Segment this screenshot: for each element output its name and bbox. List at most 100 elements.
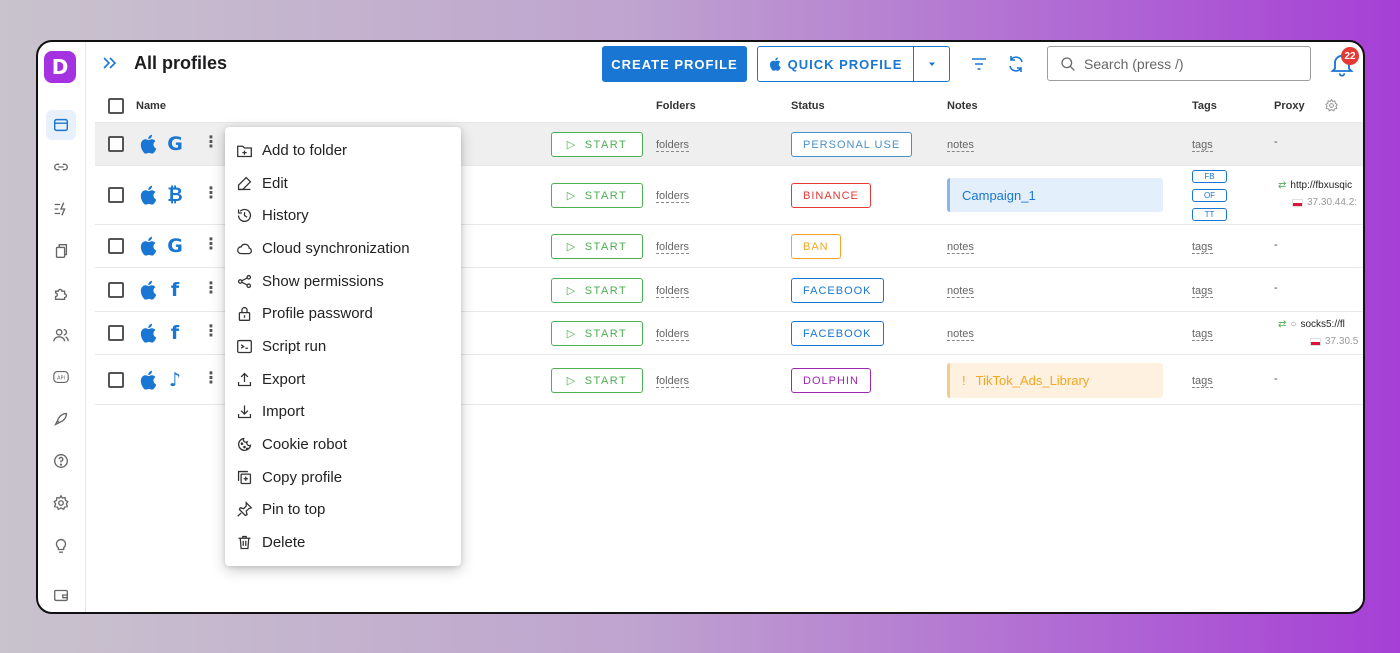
row-checkbox[interactable]	[108, 325, 124, 341]
tags-link[interactable]: tags	[1192, 328, 1213, 341]
tag-chip[interactable]: FB	[1192, 170, 1227, 183]
start-button[interactable]: ▷ START	[551, 321, 643, 346]
row-checkbox[interactable]	[108, 372, 124, 388]
profile-context-menu: Add to folder Edit History Cloud synchro…	[225, 127, 461, 566]
folders-link[interactable]: folders	[656, 139, 690, 152]
proxy-value[interactable]: -	[1274, 136, 1278, 148]
status-badge[interactable]: BAN	[791, 234, 841, 259]
menu-item-copy-profile[interactable]: Copy profile	[225, 461, 461, 494]
start-button[interactable]: ▷ START	[551, 183, 643, 208]
proxy-line[interactable]: ⇄ ○ socks5://fl	[1278, 319, 1345, 330]
column-name[interactable]: Name	[136, 100, 166, 112]
lightbulb-icon[interactable]	[46, 530, 76, 560]
column-status[interactable]: Status	[791, 100, 825, 112]
folders-link[interactable]: folders	[656, 285, 690, 298]
dolphin-logo[interactable]: D	[44, 51, 76, 83]
status-badge[interactable]: BINANCE	[791, 183, 871, 208]
rocket-icon[interactable]	[46, 404, 76, 434]
play-icon: ▷	[566, 375, 577, 387]
row-menu-dots-icon[interactable]: ⋮	[203, 371, 219, 387]
play-icon: ▷	[566, 241, 577, 253]
column-proxy[interactable]: Proxy	[1274, 100, 1305, 112]
row-checkbox[interactable]	[108, 187, 124, 203]
tags-link[interactable]: tags	[1192, 241, 1213, 254]
help-icon[interactable]	[46, 446, 76, 476]
note-card[interactable]: ! TikTok_Ads_Library	[947, 363, 1163, 398]
row-menu-dots-icon[interactable]: ⋮	[203, 324, 219, 340]
row-menu-dots-icon[interactable]: ⋮	[203, 281, 219, 297]
start-button[interactable]: ▷ START	[551, 278, 643, 303]
menu-item-show-permissions[interactable]: Show permissions	[225, 265, 461, 298]
proxy-value[interactable]: -	[1274, 282, 1278, 294]
notification-badge: 22	[1341, 47, 1359, 65]
settings-icon[interactable]	[46, 488, 76, 518]
menu-item-cloud-sync[interactable]: Cloud synchronization	[225, 232, 461, 265]
team-icon[interactable]	[46, 320, 76, 350]
browser-profiles-icon[interactable]	[46, 110, 76, 140]
menu-item-history[interactable]: History	[225, 199, 461, 232]
row-checkbox[interactable]	[108, 282, 124, 298]
notes-link[interactable]: notes	[947, 241, 974, 254]
quick-profile-main[interactable]: QUICK PROFILE	[758, 47, 913, 81]
folders-link[interactable]: folders	[656, 328, 690, 341]
tags-link[interactable]: tags	[1192, 285, 1213, 298]
automation-icon[interactable]	[46, 194, 76, 224]
proxy-line[interactable]: ⇄ http://fbxusqic	[1278, 180, 1352, 191]
menu-item-pin-to-top[interactable]: Pin to top	[225, 494, 461, 527]
create-profile-button[interactable]: CREATE PROFILE	[602, 46, 747, 82]
upload-icon	[237, 372, 252, 386]
menu-item-delete[interactable]: Delete	[225, 526, 461, 559]
select-all-checkbox[interactable]	[108, 98, 124, 114]
folders-link[interactable]: folders	[656, 190, 690, 203]
quick-profile-dropdown[interactable]	[913, 47, 949, 81]
expand-sidebar-icon[interactable]	[100, 53, 120, 73]
refresh-icon[interactable]	[1006, 54, 1026, 74]
row-menu-dots-icon[interactable]: ⋮	[203, 237, 219, 253]
menu-item-import[interactable]: Import	[225, 396, 461, 429]
pages-icon[interactable]	[46, 236, 76, 266]
link-icon[interactable]	[46, 152, 76, 182]
copy-icon	[237, 470, 252, 484]
row-checkbox[interactable]	[108, 238, 124, 254]
notes-link[interactable]: notes	[947, 328, 974, 341]
proxy-value[interactable]: -	[1274, 239, 1278, 251]
menu-item-profile-password[interactable]: Profile password	[225, 297, 461, 330]
notes-link[interactable]: notes	[947, 139, 974, 152]
tags-link[interactable]: tags	[1192, 375, 1213, 388]
folders-link[interactable]: folders	[656, 241, 690, 254]
proxy-value[interactable]: -	[1274, 373, 1278, 385]
menu-item-edit[interactable]: Edit	[225, 167, 461, 200]
extensions-icon[interactable]	[46, 278, 76, 308]
api-icon[interactable]: API	[46, 362, 76, 392]
tag-chip[interactable]: TT	[1192, 208, 1227, 221]
status-badge[interactable]: PERSONAL USE	[791, 132, 913, 157]
notes-link[interactable]: notes	[947, 285, 974, 298]
search-field[interactable]	[1047, 46, 1311, 81]
start-button[interactable]: ▷ START	[551, 234, 643, 259]
status-badge[interactable]: FACEBOOK	[791, 278, 884, 303]
column-folders[interactable]: Folders	[656, 100, 696, 112]
menu-item-cookie-robot[interactable]: Cookie robot	[225, 428, 461, 461]
menu-item-export[interactable]: Export	[225, 363, 461, 396]
start-button[interactable]: ▷ START	[551, 368, 643, 393]
menu-item-add-to-folder[interactable]: Add to folder	[225, 134, 461, 167]
row-checkbox[interactable]	[108, 136, 124, 152]
status-badge[interactable]: FACEBOOK	[791, 321, 884, 346]
menu-item-label: Pin to top	[262, 501, 326, 519]
column-notes[interactable]: Notes	[947, 100, 978, 112]
menu-item-script-run[interactable]: Script run	[225, 330, 461, 363]
search-input[interactable]	[1084, 55, 1284, 72]
note-card[interactable]: Campaign_1	[947, 178, 1163, 212]
row-menu-dots-icon[interactable]: ⋮	[203, 186, 219, 202]
column-tags[interactable]: Tags	[1192, 100, 1217, 112]
tags-link[interactable]: tags	[1192, 139, 1213, 152]
quick-profile-button[interactable]: QUICK PROFILE	[757, 46, 950, 82]
start-button[interactable]: ▷ START	[551, 132, 643, 157]
status-badge[interactable]: DOLPHIN	[791, 368, 871, 393]
wallet-icon[interactable]	[46, 580, 76, 610]
filter-icon[interactable]	[969, 54, 989, 74]
row-menu-dots-icon[interactable]: ⋮	[203, 135, 219, 151]
tag-chip[interactable]: OF	[1192, 189, 1227, 202]
folders-link[interactable]: folders	[656, 375, 690, 388]
column-settings-icon[interactable]	[1324, 98, 1339, 113]
